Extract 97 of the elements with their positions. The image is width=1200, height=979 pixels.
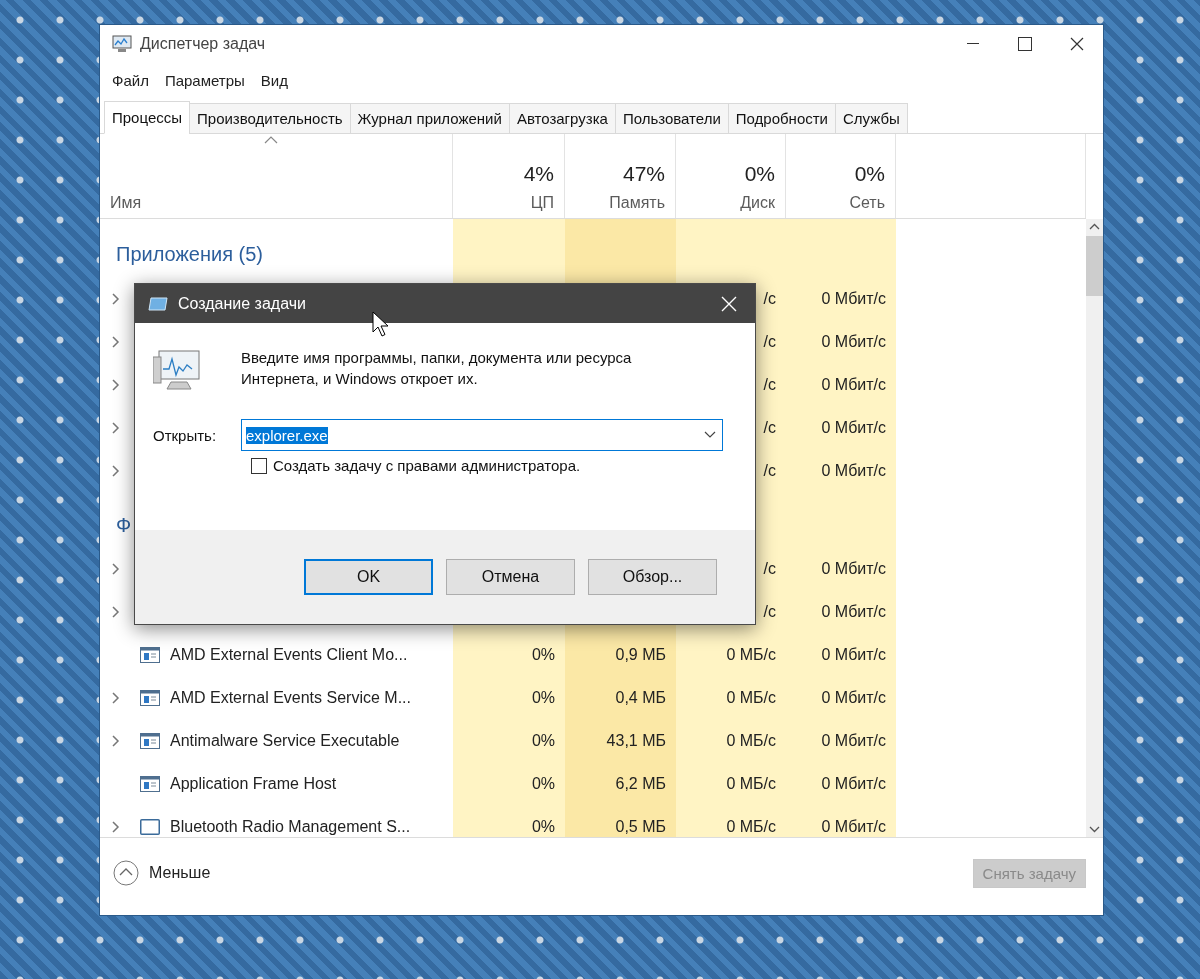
admin-checkbox[interactable] [251,457,267,474]
maximize-icon [1018,37,1032,51]
table-cell: 0 Мбит/с [786,320,896,363]
column-total: 4% [523,162,554,186]
window-icon [140,732,160,749]
table-cell: 0,5 МБ [565,805,676,837]
chevron-right-icon[interactable] [112,691,120,704]
dialog-button[interactable]: OK [304,559,433,595]
tab[interactable]: Автозагрузка [508,103,616,134]
table-cell: 0 МБ/с [676,762,786,805]
table-cell: 0 МБ/с [676,805,786,837]
table-cell: 0 МБ/с [676,719,786,762]
dialog-button[interactable]: Отмена [446,559,575,595]
computer-monitor-icon [153,349,203,391]
table-cell: 0 Мбит/с [786,449,896,492]
tab[interactable]: Производительность [189,103,351,134]
table-cell: 0 Мбит/с [786,762,896,805]
table-cell: 0 МБ/с [676,633,786,676]
window-icon [148,296,168,311]
window-icon [140,818,160,835]
close-icon [1070,37,1084,51]
process-name: Application Frame Host [170,774,337,793]
mouse-pointer-icon [372,311,388,337]
chevron-right-icon[interactable] [112,335,120,348]
table-cell: 0% [453,805,565,837]
tab[interactable]: Службы [835,103,908,134]
window-icon [140,646,160,663]
toggle-label: Меньше [149,864,211,882]
table-cell: 0,4 МБ [565,676,676,719]
column-header[interactable]: 47% Память [565,134,676,218]
window-icon [140,775,160,792]
table-cell: 0 Мбит/с [786,547,896,590]
chevron-right-icon[interactable] [112,421,120,434]
table-cell: 0 Мбит/с [786,676,896,719]
column-label: Имя [110,194,142,212]
column-total: 0% [854,162,885,186]
command-combobox[interactable]: explorer.exe [241,419,723,451]
scrollbar[interactable] [1086,219,1103,837]
dialog-message: Введите имя программы, папки, документа или ресурса Интернета, и Windows откроет их. [241,348,633,389]
tab[interactable]: Журнал приложений [349,103,510,134]
table-cell: 0% [453,676,565,719]
dialog-button[interactable]: Обзор... [588,559,717,595]
column-header[interactable]: Имя [100,134,453,218]
checkbox-label: Создать задачу с правами администратора. [273,457,581,474]
chevron-right-icon[interactable] [112,378,120,391]
column-header[interactable]: 0% Диск [676,134,786,218]
table-cell: 0% [453,719,565,762]
chevron-up-circle-icon [113,860,139,886]
chevron-right-icon[interactable] [112,292,120,305]
menu-item[interactable]: Параметры [156,71,253,89]
column-label: Диск [740,194,775,212]
dialog-title: Создание задачи [178,294,307,313]
column-header[interactable]: 0% Сеть [786,134,896,218]
chevron-right-icon[interactable] [112,562,120,575]
table-cell: 0,9 МБ [565,633,676,676]
table-cell: 0 Мбит/с [786,277,896,320]
tab[interactable]: Процессы [104,101,190,134]
table-cell: 0 Мбит/с [786,590,896,633]
table-cell: 0 Мбит/с [786,719,896,762]
chevron-right-icon[interactable] [112,734,120,747]
column-header[interactable]: 4% ЦП [453,134,565,218]
menu-item[interactable]: Файл [104,71,157,89]
minimize-icon [967,43,979,45]
menu-item[interactable]: Вид [252,71,296,89]
open-label: Открыть: [153,426,218,444]
chevron-right-icon[interactable] [112,464,120,477]
table-cell: 0% [453,762,565,805]
process-name: Bluetooth Radio Management S... [170,817,411,836]
table-cell: 0 Мбит/с [786,406,896,449]
table-cell: 0 Мбит/с [786,805,896,837]
table-cell: 0 Мбит/с [786,363,896,406]
chevron-right-icon[interactable] [112,605,120,618]
table-cell: 43,1 МБ [565,719,676,762]
column-total: 47% [622,162,665,186]
process-name: AMD External Events Client Mo... [170,645,408,664]
table-cell: 0 МБ/с [676,676,786,719]
tab[interactable]: Пользователи [614,103,729,134]
column-total: 0% [744,162,775,186]
close-icon [721,295,737,312]
dropdown-chevron-icon[interactable] [704,431,716,439]
window-title: Диспетчер задач [140,35,267,53]
column-label: Память [609,194,665,212]
window-icon [140,689,160,706]
scroll-thumb[interactable] [1086,236,1103,296]
fewer-details-toggle[interactable]: Меньше [113,860,211,886]
tab[interactable]: Подробности [727,103,836,134]
group-title: Ф [115,514,132,537]
group-title: Приложения (5) [115,242,263,266]
chevron-right-icon[interactable] [112,820,120,833]
process-name: Antimalware Service Executable [170,731,400,750]
table-cell: 6,2 МБ [565,762,676,805]
process-name: AMD External Events Service M... [170,688,411,707]
table-cell: 0 Мбит/с [786,633,896,676]
column-label: ЦП [530,194,554,212]
task-manager-icon [112,35,132,53]
column-label: Сеть [849,194,885,212]
table-cell: 0% [453,633,565,676]
